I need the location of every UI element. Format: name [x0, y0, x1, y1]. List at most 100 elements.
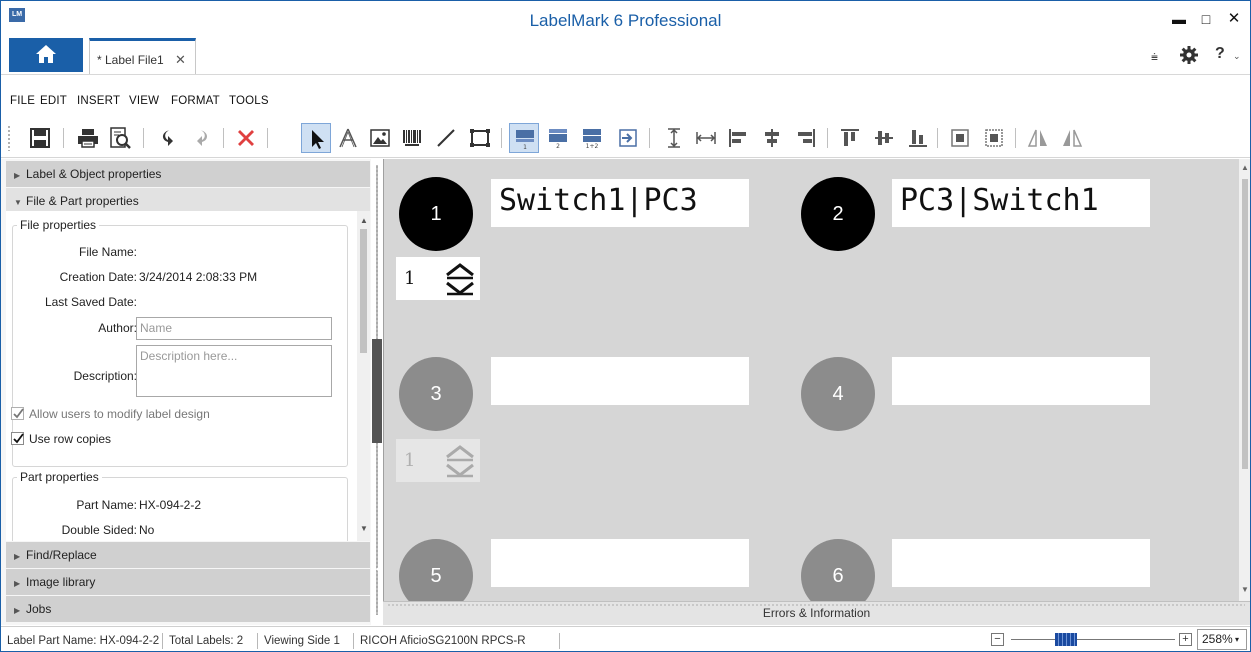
use-row-copies-checkbox[interactable] [11, 432, 24, 445]
same-height-button[interactable] [659, 123, 689, 153]
allow-modify-checkbox[interactable] [11, 407, 24, 420]
app-window: LM LabelMark 6 Professional ▬ □ ✕ * Labe… [0, 0, 1251, 652]
toolbar-separator [143, 128, 144, 148]
row-copies-stepper-1[interactable]: 1 [396, 257, 480, 300]
undo-icon [162, 130, 173, 146]
zoom-out-button[interactable]: − [991, 633, 1004, 646]
menu-bar: FILE EDIT INSERT VIEW FORMAT TOOLS [1, 87, 401, 111]
menu-format[interactable]: FORMAT [171, 95, 220, 107]
zoom-slider-track[interactable] [1011, 639, 1175, 640]
insert-line-button[interactable] [431, 123, 461, 153]
label-number-6[interactable]: 6 [801, 539, 875, 601]
window-title: LabelMark 6 Professional [529, 11, 722, 30]
section-label-object-properties[interactable]: ▶ Label & Object properties [6, 161, 370, 187]
delete-button[interactable] [231, 123, 261, 153]
home-button[interactable] [9, 38, 83, 72]
collapse-panel-handle[interactable]: ◀ [372, 339, 382, 573]
zoom-level-dropdown[interactable]: 258% ▾ [1197, 629, 1247, 650]
insert-text-button[interactable] [333, 123, 363, 153]
scrollbar-thumb[interactable] [360, 229, 367, 353]
zoom-slider-thumb[interactable] [1055, 633, 1077, 646]
tab-close-icon[interactable]: ✕ [175, 52, 186, 68]
layout-side1-button[interactable]: 1 [509, 123, 539, 153]
align-bottom-button[interactable] [903, 123, 933, 153]
layout-both-sides-button[interactable]: 1+2 [577, 123, 607, 153]
align-center-icon [765, 129, 779, 147]
insert-barcode-button[interactable] [397, 123, 427, 153]
status-printer: RICOH AficioSG2100N RPCS-R [360, 635, 526, 647]
scroll-down-icon[interactable]: ▼ [360, 524, 368, 533]
label-number-1[interactable]: 1 [399, 177, 473, 251]
save-button[interactable] [25, 123, 55, 153]
status-bar: Label Part Name: HX-094-2-2 Total Labels… [1, 626, 1250, 651]
same-width-button[interactable] [691, 123, 721, 153]
errors-information-bar[interactable]: Errors & Information [383, 601, 1250, 625]
section-jobs[interactable]: ▶ Jobs [6, 596, 370, 622]
panel-splitter[interactable]: ◀ [371, 159, 383, 625]
scroll-up-icon[interactable]: ▲ [1241, 163, 1249, 172]
section-image-library[interactable]: ▶ Image library [6, 569, 370, 595]
tab-label-file1[interactable]: * Label File1 ✕ [89, 38, 196, 75]
redo-button[interactable] [187, 123, 217, 153]
chevron-down-icon: ▾ [1235, 635, 1240, 644]
insert-rectangle-button[interactable] [465, 123, 495, 153]
toolbar-separator [501, 128, 502, 148]
flip-horizontal-button[interactable] [1023, 123, 1053, 153]
side2-icon: 2 [549, 129, 567, 150]
label-number-2[interactable]: 2 [801, 177, 875, 251]
scrollbar-thumb[interactable] [1242, 179, 1248, 469]
part-name-label: Part Name: [76, 498, 137, 512]
chevron-down-icon[interactable]: ⌄ [1233, 51, 1241, 62]
insert-image-button[interactable] [365, 123, 395, 153]
flip-vertical-button[interactable] [1057, 123, 1087, 153]
gear-icon[interactable] [1179, 45, 1199, 68]
layout-side2-button[interactable]: 2 [543, 123, 573, 153]
scroll-down-icon[interactable]: ▼ [1241, 585, 1249, 594]
menu-file[interactable]: FILE [10, 95, 35, 107]
print-button[interactable] [73, 123, 103, 153]
author-input[interactable]: Name [136, 317, 332, 340]
label-canvas[interactable]: 1 Switch1|PC3 2 PC3|Switch1 1 3 4 1 5 6 [383, 159, 1239, 601]
label-6-text[interactable] [892, 539, 1150, 587]
label-number-3[interactable]: 3 [399, 357, 473, 431]
label-4-text[interactable] [892, 357, 1150, 405]
label-5-text[interactable] [491, 539, 749, 587]
properties-scrollbar[interactable]: ▲ ▼ [357, 211, 370, 541]
print-preview-button[interactable] [105, 123, 135, 153]
center-horizontal-icon [951, 129, 969, 147]
scroll-up-icon[interactable]: ▲ [360, 216, 368, 225]
import-button[interactable] [613, 123, 643, 153]
close-window-button[interactable]: ✕ [1223, 9, 1245, 29]
select-tool-button[interactable] [301, 123, 331, 153]
label-1-text[interactable]: Switch1|PC3 [491, 179, 749, 227]
quick-access-dropdown-icon[interactable]: ⩧ [1151, 50, 1158, 65]
canvas-scrollbar[interactable]: ▲ ▼ [1239, 159, 1250, 601]
description-input[interactable]: Description here... [136, 345, 332, 397]
label-number-4[interactable]: 4 [801, 357, 875, 431]
help-button[interactable]: ? [1215, 45, 1225, 63]
label-2-text[interactable]: PC3|Switch1 [892, 179, 1150, 227]
align-right-button[interactable] [791, 123, 821, 153]
menu-view[interactable]: VIEW [129, 95, 159, 107]
align-left-button[interactable] [723, 123, 753, 153]
section-find-replace[interactable]: ▶ Find/Replace [6, 542, 370, 568]
maximize-button[interactable]: □ [1195, 9, 1217, 29]
undo-button[interactable] [153, 123, 183, 153]
center-horizontal-button[interactable] [945, 123, 975, 153]
toolbar-grip[interactable] [7, 125, 11, 151]
align-top-button[interactable] [835, 123, 865, 153]
properties-panel: ▶ Label & Object properties ▼ File & Part … [1, 159, 371, 625]
menu-tools[interactable]: TOOLS [229, 95, 269, 107]
zoom-level-value: 258% [1202, 632, 1233, 646]
align-middle-button[interactable] [869, 123, 899, 153]
menu-edit[interactable]: EDIT [40, 95, 67, 107]
zoom-in-button[interactable]: + [1179, 633, 1192, 646]
align-center-button[interactable] [757, 123, 787, 153]
label-number-5[interactable]: 5 [399, 539, 473, 601]
menu-insert[interactable]: INSERT [77, 95, 120, 107]
label-3-text[interactable] [491, 357, 749, 405]
center-vertical-button[interactable] [979, 123, 1009, 153]
stepper-up-down-icon[interactable] [443, 261, 477, 297]
file-properties-title: File properties [17, 218, 100, 232]
minimize-button[interactable]: ▬ [1168, 9, 1190, 29]
